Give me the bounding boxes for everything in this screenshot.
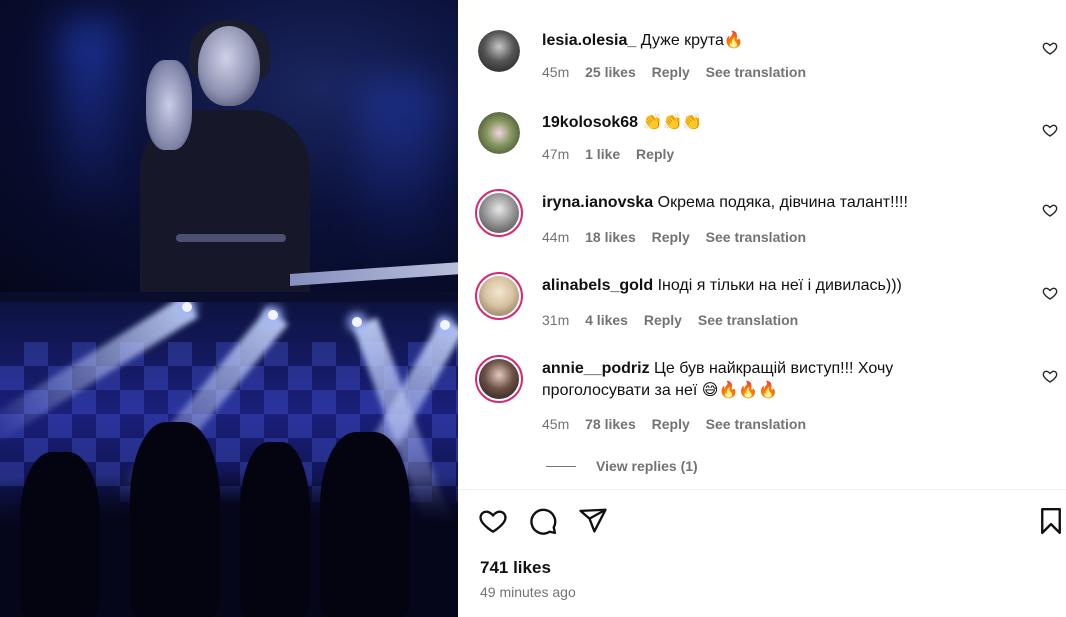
see-translation-button[interactable]: See translation: [706, 229, 806, 245]
stage-glow: [360, 80, 440, 260]
comment-time[interactable]: 45m: [542, 416, 569, 432]
comment-username[interactable]: lesia.olesia_: [542, 32, 636, 49]
comment-text: iryna.ianovska Окрема подяка, дівчина та…: [542, 192, 922, 214]
comment-meta: 45m 78 likes Reply See translation: [542, 416, 818, 432]
comment-body: Дуже крута🔥: [640, 32, 744, 49]
comment-body: 👏👏👏: [642, 114, 703, 131]
comment-likes[interactable]: 78 likes: [585, 416, 636, 432]
spotlight: [268, 310, 278, 320]
performer-video-frame: [0, 0, 458, 292]
heart-icon: [479, 510, 507, 534]
reply-button[interactable]: Reply: [652, 416, 690, 432]
comment-likes[interactable]: 1 like: [585, 146, 620, 162]
see-translation-button[interactable]: See translation: [706, 416, 806, 432]
heart-icon: [1042, 204, 1058, 217]
like-button[interactable]: [478, 506, 508, 536]
avatar-image: [479, 276, 519, 316]
comment-likes[interactable]: 4 likes: [585, 312, 628, 328]
avatar[interactable]: [478, 112, 520, 154]
avatar[interactable]: [478, 30, 520, 72]
post-timestamp[interactable]: 49 minutes ago: [480, 584, 576, 600]
heart-icon: [1042, 124, 1058, 137]
media-divider: [0, 292, 458, 302]
replies-line: [546, 465, 576, 467]
comment-meta: 47m 1 like Reply: [542, 146, 686, 162]
comments-list[interactable]: lesia.olesia_ Дуже крута🔥 45m 25 likes R…: [458, 0, 1066, 489]
comment-time[interactable]: 45m: [542, 64, 569, 80]
comment-time[interactable]: 31m: [542, 312, 569, 328]
see-translation-button[interactable]: See translation: [698, 312, 798, 328]
avatar-image: [478, 112, 520, 154]
avatar-image: [479, 359, 519, 399]
comment-meta: 44m 18 likes Reply See translation: [542, 229, 818, 245]
actions-divider: [458, 489, 1066, 490]
avatar-image: [479, 193, 519, 233]
post-actions-bar: [478, 506, 1061, 538]
comment-text: alinabels_gold Іноді я тільки на неї і д…: [542, 275, 922, 297]
see-translation-button[interactable]: See translation: [706, 64, 806, 80]
comment-text: 19kolosok68 👏👏👏: [542, 112, 922, 134]
comment-time[interactable]: 47m: [542, 146, 569, 162]
sign-language-interpreter: [140, 20, 310, 292]
comment-meta: 31m 4 likes Reply See translation: [542, 312, 810, 328]
post-side-panel: lesia.olesia_ Дуже крута🔥 45m 25 likes R…: [458, 0, 1066, 617]
person-silhouette: [20, 452, 100, 617]
comment-username[interactable]: alinabels_gold: [542, 277, 653, 294]
comment-username[interactable]: iryna.ianovska: [542, 194, 653, 211]
concert-stage-frame: [0, 302, 458, 617]
share-icon: [579, 508, 607, 533]
comment-time[interactable]: 44m: [542, 229, 569, 245]
comment-like-button[interactable]: [1042, 202, 1058, 218]
save-button[interactable]: [1036, 506, 1066, 536]
comment-username[interactable]: 19kolosok68: [542, 114, 638, 131]
avatar-with-story-ring[interactable]: [475, 355, 523, 403]
comment-like-button[interactable]: [1042, 368, 1058, 384]
comment-button[interactable]: [528, 506, 558, 536]
spotlight: [440, 320, 450, 330]
heart-icon: [1042, 287, 1058, 300]
comment-text: lesia.olesia_ Дуже крута🔥: [542, 30, 922, 52]
comment-likes[interactable]: 25 likes: [585, 64, 636, 80]
stage-glow: [60, 20, 120, 220]
view-replies-label: View replies (1): [596, 458, 698, 474]
avatar-with-story-ring[interactable]: [475, 189, 523, 237]
reply-button[interactable]: Reply: [652, 64, 690, 80]
spotlight: [352, 317, 362, 327]
post-media[interactable]: [0, 0, 458, 617]
reply-button[interactable]: Reply: [636, 146, 674, 162]
comment-icon: [530, 508, 557, 535]
bookmark-icon: [1041, 507, 1061, 535]
comment-username[interactable]: annie__podriz: [542, 360, 650, 377]
spotlight: [182, 302, 192, 312]
comment-like-button[interactable]: [1042, 40, 1058, 56]
person-silhouette: [240, 442, 310, 617]
comment-body: Окрема подяка, дівчина талант!!!!: [657, 194, 908, 211]
post-likes-count[interactable]: 741 likes: [480, 558, 551, 578]
heart-icon: [1042, 370, 1058, 383]
share-button[interactable]: [578, 506, 608, 536]
comment-text: annie__podriz Це був найкращій виступ!!!…: [542, 358, 942, 402]
reply-button[interactable]: Reply: [644, 312, 682, 328]
avatar-with-story-ring[interactable]: [475, 272, 523, 320]
view-replies-button[interactable]: View replies (1): [546, 458, 698, 474]
comment-like-button[interactable]: [1042, 122, 1058, 138]
comment-meta: 45m 25 likes Reply See translation: [542, 64, 818, 80]
comment-likes[interactable]: 18 likes: [585, 229, 636, 245]
comment-like-button[interactable]: [1042, 285, 1058, 301]
person-silhouette: [320, 432, 410, 617]
stage-edge: [290, 262, 458, 286]
heart-icon: [1042, 42, 1058, 55]
avatar-image: [478, 30, 520, 72]
person-silhouette: [130, 422, 220, 617]
comment-body: Іноді я тільки на неї і дивилась))): [657, 277, 902, 294]
reply-button[interactable]: Reply: [652, 229, 690, 245]
